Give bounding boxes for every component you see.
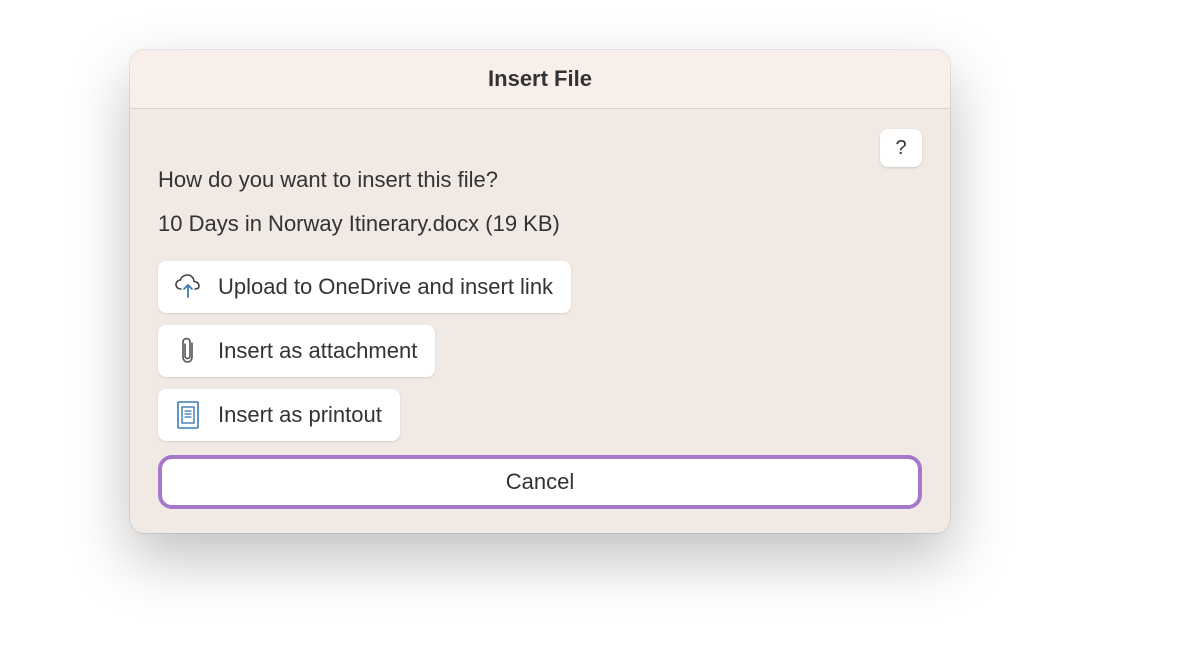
prompt-text: How do you want to insert this file?: [158, 167, 922, 193]
dialog-title: Insert File: [130, 66, 950, 92]
help-button[interactable]: ?: [880, 129, 922, 167]
insert-file-dialog: Insert File ? How do you want to insert …: [130, 50, 950, 533]
cancel-label: Cancel: [506, 469, 574, 494]
insert-printout-button[interactable]: Insert as printout: [158, 389, 400, 441]
dialog-body: ? How do you want to insert this file? 1…: [130, 109, 950, 533]
upload-onedrive-label: Upload to OneDrive and insert link: [218, 274, 553, 300]
dialog-header: Insert File: [130, 50, 950, 109]
insert-printout-label: Insert as printout: [218, 402, 382, 428]
cloud-upload-icon: [172, 271, 204, 303]
insert-attachment-button[interactable]: Insert as attachment: [158, 325, 435, 377]
file-info: 10 Days in Norway Itinerary.docx (19 KB): [158, 211, 922, 237]
cancel-button[interactable]: Cancel: [162, 459, 918, 505]
upload-onedrive-button[interactable]: Upload to OneDrive and insert link: [158, 261, 571, 313]
insert-attachment-label: Insert as attachment: [218, 338, 417, 364]
help-icon: ?: [895, 137, 906, 160]
paperclip-icon: [172, 335, 204, 367]
printout-icon: [172, 399, 204, 431]
